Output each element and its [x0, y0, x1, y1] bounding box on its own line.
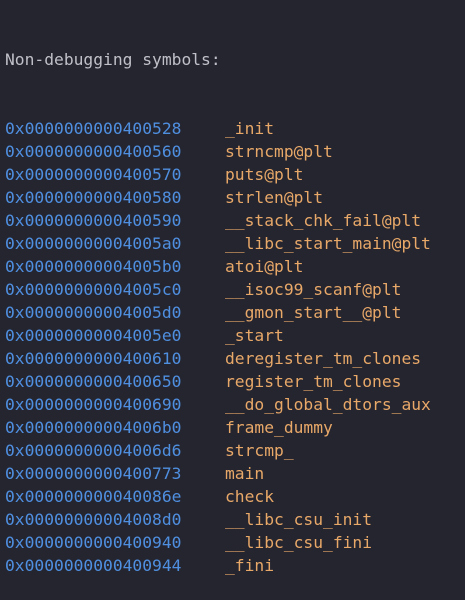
symbol-name: __do_global_dtors_aux [225, 395, 431, 414]
symbol-row: 0x0000000000400690 __do_global_dtors_aux [5, 393, 465, 416]
symbol-name: __stack_chk_fail@plt [225, 211, 422, 230]
symbol-address: 0x0000000000400773 [5, 464, 182, 483]
symbol-name: main [225, 464, 265, 483]
symbol-address: 0x0000000000400590 [5, 211, 182, 230]
symbol-address: 0x000000000040086e [5, 487, 182, 506]
symbol-row: 0x0000000000400560 strncmp@plt [5, 140, 465, 163]
symbol-address: 0x0000000000400580 [5, 188, 182, 207]
symbol-row: 0x0000000000400650 register_tm_clones [5, 370, 465, 393]
symbol-row: 0x0000000000400590 __stack_chk_fail@plt [5, 209, 465, 232]
symbol-address: 0x0000000000400570 [5, 165, 182, 184]
symbol-row: 0x00000000004008d0 __libc_csu_init [5, 508, 465, 531]
symbol-address: 0x0000000000400560 [5, 142, 182, 161]
symbol-row: 0x00000000004005a0 __libc_start_main@plt [5, 232, 465, 255]
symbol-row: 0x0000000000400570 puts@plt [5, 163, 465, 186]
symbol-row: 0x0000000000400773 main [5, 462, 465, 485]
symbol-address: 0x0000000000400528 [5, 119, 182, 138]
symbol-address: 0x00000000004006b0 [5, 418, 182, 437]
symbol-name: _init [225, 119, 275, 138]
symbol-name: __gmon_start__@plt [225, 303, 402, 322]
symbol-address: 0x0000000000400610 [5, 349, 182, 368]
symbol-address: 0x0000000000400940 [5, 533, 182, 552]
symbol-row: 0x0000000000400944 _fini [5, 554, 465, 577]
symbol-address: 0x00000000004008d0 [5, 510, 182, 529]
symbol-name: atoi@plt [225, 257, 304, 276]
symbol-name: check [225, 487, 275, 506]
symbol-name: __libc_csu_fini [225, 533, 373, 552]
symbol-address: 0x00000000004005e0 [5, 326, 182, 345]
symbol-row: 0x000000000040086e check [5, 485, 465, 508]
symbol-name: register_tm_clones [225, 372, 402, 391]
symbol-row: 0x00000000004006b0 frame_dummy [5, 416, 465, 439]
symbol-name: puts@plt [225, 165, 304, 184]
symbol-address: 0x0000000000400650 [5, 372, 182, 391]
symbol-row: 0x00000000004006d6 strcmp_ [5, 439, 465, 462]
symbol-row: 0x0000000000400528 _init [5, 117, 465, 140]
symbol-address: 0x00000000004005a0 [5, 234, 182, 253]
symbol-row: 0x00000000004005e0 _start [5, 324, 465, 347]
terminal-window[interactable]: Non-debugging symbols: 0x000000000040052… [0, 0, 465, 575]
symbol-name: deregister_tm_clones [225, 349, 422, 368]
symbol-address: 0x0000000000400690 [5, 395, 182, 414]
symbol-address: 0x00000000004005d0 [5, 303, 182, 322]
symbol-name: __libc_csu_init [225, 510, 373, 529]
symbol-row: 0x00000000004005d0 __gmon_start__@plt [5, 301, 465, 324]
symbol-address: 0x0000000000400944 [5, 556, 182, 575]
symbol-name: strncmp@plt [225, 142, 333, 161]
symbol-list: 0x0000000000400528 _init 0x000000000040056… [5, 117, 465, 577]
section-header: Non-debugging symbols: [5, 50, 221, 69]
symbol-row: 0x0000000000400940 __libc_csu_fini [5, 531, 465, 554]
symbol-name: strlen@plt [225, 188, 324, 207]
symbol-name: strcmp_ [225, 441, 294, 460]
symbol-name: __isoc99_scanf@plt [225, 280, 402, 299]
symbol-row: 0x0000000000400580 strlen@plt [5, 186, 465, 209]
symbol-name: _fini [225, 556, 275, 575]
symbol-address: 0x00000000004006d6 [5, 441, 182, 460]
symbol-name: __libc_start_main@plt [225, 234, 431, 253]
symbol-name: _start [225, 326, 284, 345]
symbol-address: 0x00000000004005b0 [5, 257, 182, 276]
symbol-name: frame_dummy [225, 418, 333, 437]
symbol-row: 0x00000000004005c0 __isoc99_scanf@plt [5, 278, 465, 301]
symbol-row: 0x0000000000400610 deregister_tm_clones [5, 347, 465, 370]
symbol-row: 0x00000000004005b0 atoi@plt [5, 255, 465, 278]
symbol-address: 0x00000000004005c0 [5, 280, 182, 299]
